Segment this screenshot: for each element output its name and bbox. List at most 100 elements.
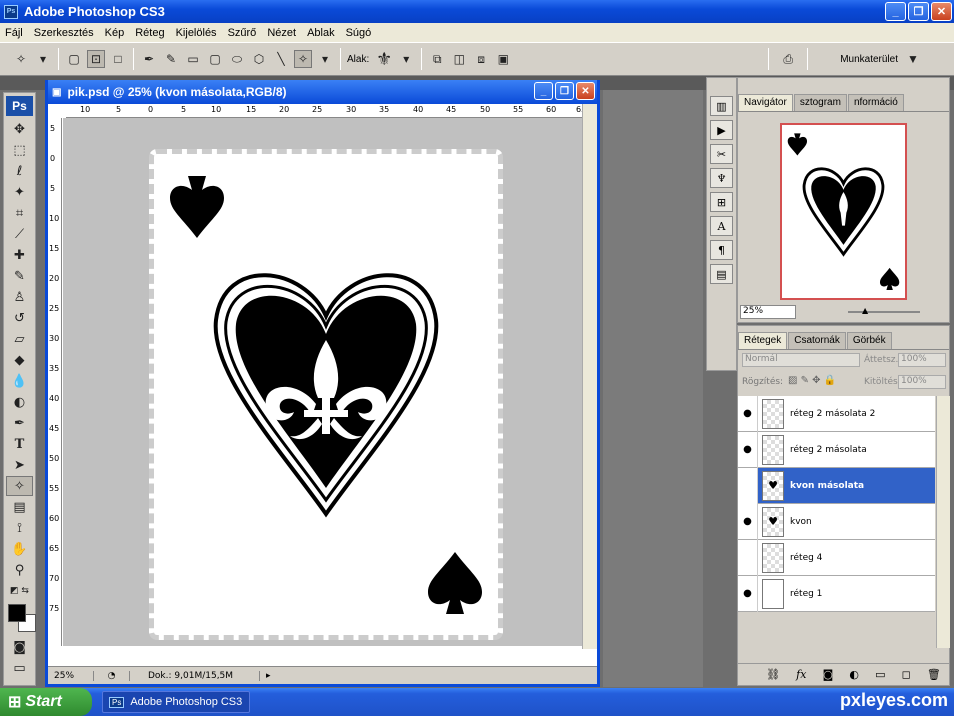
type-tool-icon[interactable]: T [6,434,33,454]
magic-wand-icon[interactable]: ✦ [6,182,33,202]
tab-channels[interactable]: Csatornák [788,332,846,349]
shape-layers-icon[interactable]: ▢ [65,50,83,68]
move-tool-icon[interactable]: ✥ [6,119,33,139]
freeform-pen-icon[interactable]: ✎ [162,50,180,68]
combine-exclude-icon[interactable]: ▣ [494,50,512,68]
fill-input[interactable]: 100% [898,375,946,389]
fleur-de-lis-shape-icon[interactable]: ⚜ [375,49,393,69]
healing-brush-icon[interactable]: ✚ [6,245,33,265]
rounded-rect-icon[interactable]: ▢ [206,50,224,68]
shape-picker-dropdown-icon[interactable]: ▾ [397,50,415,68]
info-palette-icon[interactable]: ▤ [710,264,733,284]
tool-preset-icon[interactable]: ✧ [12,50,30,68]
maximize-button[interactable]: ❐ [908,2,929,21]
line-icon[interactable]: ╲ [272,50,290,68]
ellipse-icon[interactable]: ⬭ [228,50,246,68]
default-colors-icon[interactable]: ◩ ⇆ [6,581,33,601]
menu-image[interactable]: Kép [100,27,131,39]
status-menu-icon[interactable]: ◔ [94,670,130,681]
workspace-label[interactable]: Munkaterület [840,54,898,65]
menu-window[interactable]: Ablak [302,27,341,39]
eyedropper-icon[interactable]: ⟟ [6,518,33,538]
visibility-toggle[interactable] [738,539,758,576]
doc-minimize-button[interactable]: _ [534,82,553,100]
tool-presets-icon[interactable]: ✂ [710,144,733,164]
menu-help[interactable]: Súgó [341,27,378,39]
zoom-tool-icon[interactable]: ⚲ [6,560,33,580]
crop-tool-icon[interactable]: ⌗ [6,203,33,223]
vertical-scrollbar[interactable] [582,104,597,649]
tab-histogram[interactable]: sztogram [793,94,847,111]
zoom-level[interactable]: 25% [48,670,94,681]
layer-row[interactable]: réteg 4 [738,539,935,576]
layer-row[interactable]: ● réteg 2 másolata [738,431,935,468]
brush-tool-icon[interactable]: ✎ [6,266,33,286]
link-layers-icon[interactable]: ⛓ [766,668,780,681]
layer-row[interactable]: ● ♥ kvon [738,503,935,540]
layer-mask-icon[interactable]: ◙ [823,668,834,681]
navigator-zoom-input[interactable]: 25% [740,305,796,319]
combine-intersect-icon[interactable]: ⧈ [472,50,490,68]
menu-filter[interactable]: Szűrő [223,27,263,39]
visibility-eye-icon[interactable]: ● [738,503,758,540]
doc-close-button[interactable]: ✕ [576,82,595,100]
brushes-icon[interactable]: ⊞ [710,192,733,212]
lasso-tool-icon[interactable]: ℓ [6,161,33,181]
navigator-zoom-slider[interactable] [848,311,920,313]
custom-shape-tool-icon[interactable]: ✧ [6,476,33,496]
adjustment-layer-icon[interactable]: ◐ [849,668,859,681]
document-titlebar[interactable]: ▣ pik.psd @ 25% (kvon másolata,RGB/8) _ … [48,80,597,104]
menu-select[interactable]: Kijelölés [171,27,223,39]
layer-row[interactable]: ● réteg 2 másolata 2 [738,395,935,432]
visibility-eye-icon[interactable]: ● [738,431,758,468]
new-group-icon[interactable]: ▭ [875,668,885,681]
menu-edit[interactable]: Szerkesztés [29,27,100,39]
rectangle-icon[interactable]: ▭ [184,50,202,68]
history-brush-icon[interactable]: ↺ [6,308,33,328]
preset-dropdown-icon[interactable]: ▾ [34,50,52,68]
navigator-thumbnail[interactable] [780,123,907,300]
minimize-button[interactable]: _ [885,2,906,21]
menu-view[interactable]: Nézet [262,27,302,39]
tab-curves[interactable]: Görbék [846,332,892,349]
layer-comps-icon[interactable]: ▥ [710,96,733,116]
paragraph-icon[interactable]: ¶ [710,240,733,260]
pen-tool-icon[interactable]: ✒ [140,50,158,68]
layer-row-selected[interactable]: ♥ kvon másolata [738,467,935,504]
menu-file[interactable]: Fájl [0,27,29,39]
custom-shape-icon[interactable]: ✧ [294,50,312,68]
tab-info[interactable]: nformáció [847,94,904,111]
screen-mode-icon[interactable]: ▭ [6,658,33,678]
start-button[interactable]: ⊞ Start [0,688,92,716]
path-selection-icon[interactable]: ➤ [6,455,33,475]
dodge-tool-icon[interactable]: ◐ [6,392,33,412]
layer-style-icon[interactable]: fx [796,668,806,681]
visibility-eye-icon[interactable]: ● [738,575,758,612]
hand-tool-icon[interactable]: ✋ [6,539,33,559]
tab-navigator[interactable]: Navigátor [738,94,793,111]
visibility-eye-icon[interactable]: ● [738,395,758,432]
slice-tool-icon[interactable]: ⟋ [6,224,33,244]
opacity-input[interactable]: 100% [898,353,946,367]
quick-mask-icon[interactable]: ◙ [6,637,33,657]
blend-mode-select[interactable]: Normál [742,353,860,367]
close-button[interactable]: ✕ [931,2,952,21]
polygon-icon[interactable]: ⬡ [250,50,268,68]
paths-icon[interactable]: ⊡ [87,50,105,68]
combine-add-icon[interactable]: ⧉ [428,50,446,68]
taskbar-photoshop[interactable]: Ps Adobe Photoshop CS3 [102,691,250,713]
zoom-slider-thumb-icon[interactable]: ▲ [862,306,868,315]
character-icon[interactable]: A [710,216,733,236]
palette-well-icon[interactable]: ⎙ [775,50,801,68]
lock-icons[interactable]: ▨ ✎ ✥ 🔒 [788,375,836,386]
status-arrow-icon[interactable]: ▸ [266,671,271,681]
canvas-area[interactable] [63,118,585,646]
visibility-toggle[interactable] [738,467,758,504]
clone-source-icon[interactable]: ♆ [710,168,733,188]
workspace-dropdown-icon[interactable]: ▼ [904,50,922,68]
paint-bucket-icon[interactable]: ◆ [6,350,33,370]
layer-row[interactable]: ● réteg 1 [738,575,935,612]
tab-layers[interactable]: Rétegek [738,332,788,349]
delete-layer-icon[interactable]: 🗑 [927,668,941,681]
blur-tool-icon[interactable]: 💧 [6,371,33,391]
